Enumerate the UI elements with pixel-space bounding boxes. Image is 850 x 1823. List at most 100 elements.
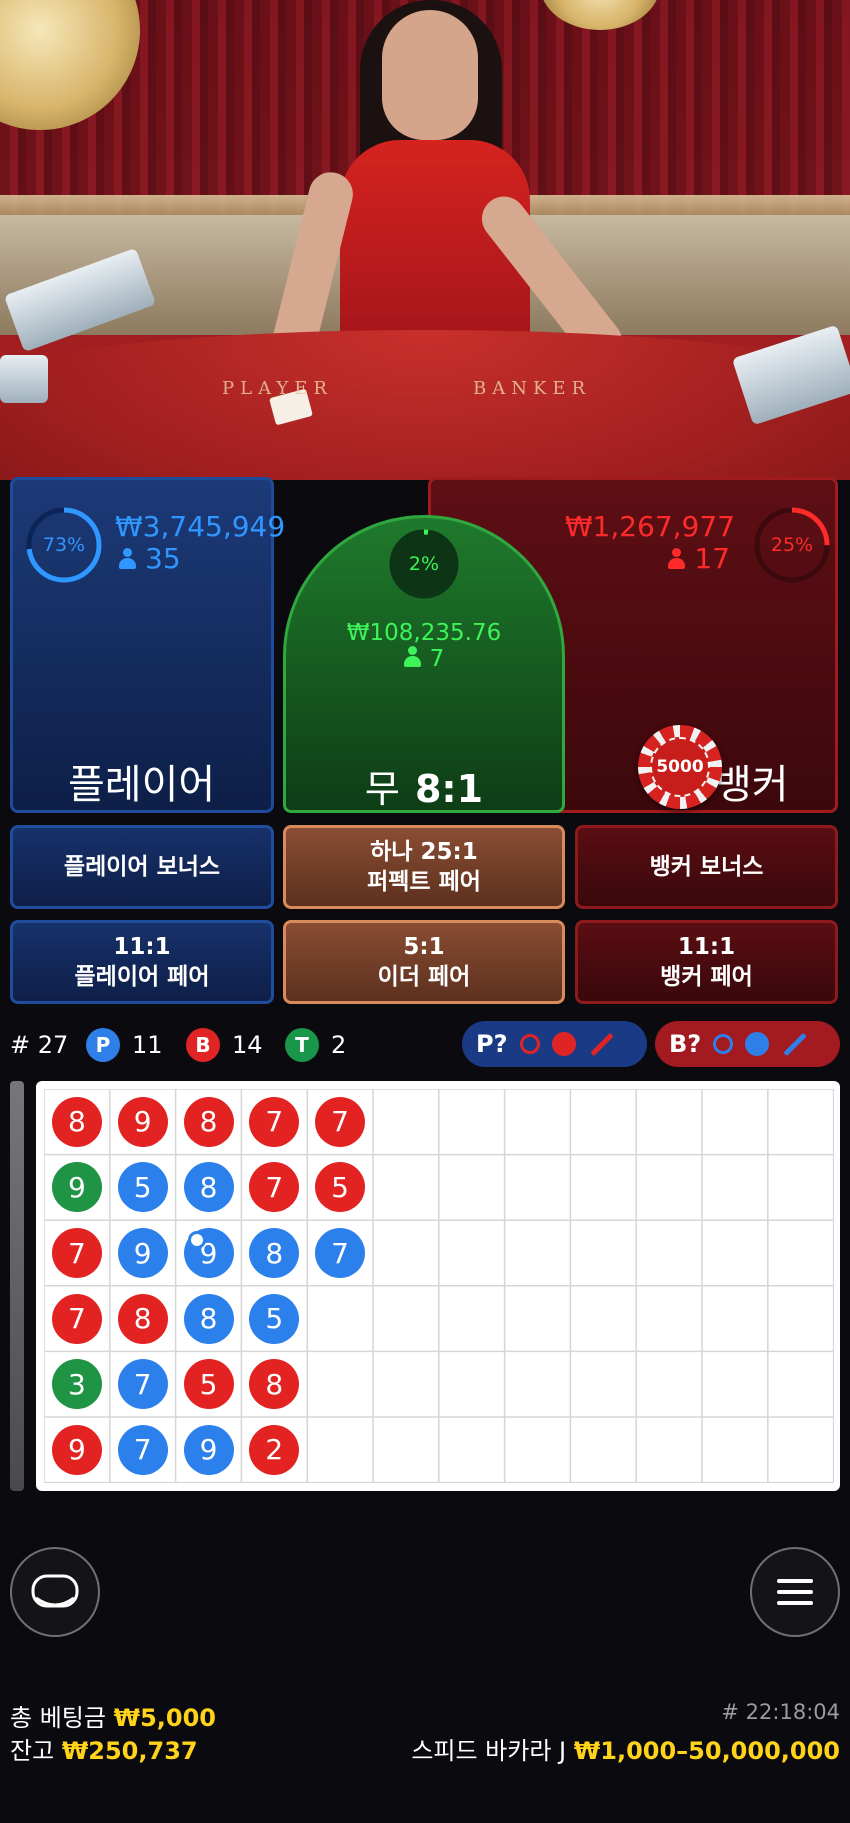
player-predict-button[interactable]: P?: [462, 1021, 647, 1067]
bead-road[interactable]: 897739959877889859778582757: [36, 1081, 840, 1491]
bead-green: 3: [51, 1359, 102, 1410]
tie-stat: T 2: [285, 1020, 346, 1070]
bead-blue: 8: [183, 1162, 234, 1213]
tie-count: 2: [331, 1031, 347, 1059]
player-bonus-label: 플레이어 보너스: [63, 854, 221, 880]
total-bet-label: 총 베팅금: [10, 1704, 106, 1732]
live-video-feed: PLAYER BANKER: [0, 0, 850, 480]
road-drag-handle[interactable]: [10, 1081, 24, 1491]
banker-wins-count: 14: [232, 1031, 263, 1059]
banker-dot-icon: B: [186, 1028, 220, 1062]
either-pair-odds: 5:1: [403, 934, 445, 960]
total-bet: 총 베팅금 ₩5,000: [10, 1698, 216, 1733]
banker-predict-label: B?: [669, 1030, 702, 1058]
perfect-pair-button[interactable]: 하나 25:1 퍼펙트 페어: [283, 825, 565, 909]
balance-label: 잔고: [10, 1737, 55, 1765]
chat-button[interactable]: [10, 1547, 100, 1637]
round-counter: # 27: [10, 1031, 69, 1059]
bead-green: 9: [51, 1162, 102, 1213]
player-bet-amount: ₩3,745,949: [115, 510, 286, 543]
bead-red: 5: [183, 1359, 234, 1410]
player-label: 플레이어: [68, 762, 216, 808]
balance: 잔고 ₩250,737: [10, 1731, 198, 1766]
person-icon: [403, 646, 421, 668]
card-stack: [0, 355, 48, 403]
bead-blue: 8: [249, 1228, 300, 1278]
slash-icon: [589, 1032, 614, 1056]
chip-value: 5000: [650, 737, 710, 797]
table-player-text: PLAYER: [222, 378, 333, 399]
bead-blue: 7: [117, 1359, 168, 1410]
banker-bonus-label: 뱅커 보너스: [649, 854, 764, 880]
dealer-head: [382, 10, 478, 140]
banker-bettor-count: 17: [668, 542, 730, 575]
table-limits: ₩1,000–50,000,000: [573, 1737, 840, 1765]
bead-red: 8: [183, 1096, 234, 1147]
person-icon: [668, 548, 686, 570]
table-info: 스피드 바카라 J ₩1,000–50,000,000: [411, 1731, 840, 1766]
player-wins-count: 11: [132, 1031, 163, 1059]
game-id: # 22:18:04: [721, 1700, 840, 1724]
player-pair-button[interactable]: 11:1 플레이어 페어: [10, 920, 274, 1004]
player-bet-area[interactable]: 73% ₩3,745,949 35 플레이어: [10, 477, 285, 813]
bead-red: 7: [51, 1228, 102, 1278]
table-banker-text: BANKER: [473, 378, 592, 399]
perfect-pair-odds: 하나 25:1: [370, 839, 478, 865]
tie-bet-area[interactable]: 2% ₩108,235.76 7 무 8:1: [283, 515, 565, 813]
player-predict-label: P?: [476, 1030, 508, 1058]
bead-blue: 9: [117, 1228, 168, 1278]
ring-icon: [519, 1034, 540, 1054]
banker-pair-odds: 11:1: [677, 934, 736, 960]
banker-percent: 25%: [770, 534, 814, 556]
tie-label: 무 8:1: [286, 758, 562, 813]
banker-bet-amount: ₩1,267,977: [564, 510, 735, 543]
table-name: 스피드 바카라 J: [411, 1737, 567, 1765]
bead-blue: 7: [315, 1228, 366, 1278]
bead-blue: 8: [183, 1293, 234, 1344]
banker-pair-label: 뱅커 페어: [660, 964, 753, 990]
bead-blue: 5: [117, 1162, 168, 1213]
banker-predict-button[interactable]: B?: [655, 1021, 840, 1067]
bead-red: 7: [249, 1096, 300, 1147]
bead-red: 8: [117, 1293, 168, 1344]
tie-odds: 8:1: [414, 767, 484, 811]
bead-red: 8: [51, 1096, 102, 1147]
banker-bonus-button[interactable]: 뱅커 보너스: [575, 825, 838, 909]
player-bonus-button[interactable]: 플레이어 보너스: [10, 825, 274, 909]
marker-dot: [188, 1231, 206, 1249]
balance-value: ₩250,737: [61, 1737, 198, 1765]
banker-wins-stat: B 14: [186, 1020, 263, 1070]
baccarat-table: [0, 330, 850, 480]
tie-bettor-count: 7: [286, 646, 562, 672]
bead-blue: 9: [183, 1424, 234, 1475]
menu-icon: [777, 1579, 813, 1605]
either-pair-label: 이더 페어: [377, 964, 471, 990]
bead-blue: 5: [249, 1293, 300, 1344]
placed-chip: 5000: [638, 725, 722, 809]
dot-icon: [745, 1032, 770, 1056]
banker-label: 뱅커: [715, 762, 789, 808]
tie-bet-amount: ₩108,235.76: [346, 620, 502, 646]
menu-button[interactable]: [750, 1547, 840, 1637]
tie-dot-icon: T: [285, 1028, 319, 1062]
person-icon: [119, 548, 136, 570]
road-grid: [44, 1089, 834, 1483]
bead-red: 9: [117, 1096, 168, 1147]
bead-blue: 7: [117, 1424, 168, 1475]
tie-percent: 2%: [408, 553, 440, 575]
banker-pair-button[interactable]: 11:1 뱅커 페어: [575, 920, 838, 1004]
perfect-pair-label: 퍼펙트 페어: [367, 869, 481, 895]
banker-count-value: 17: [694, 542, 730, 575]
tie-count-value: 7: [429, 646, 445, 672]
total-bet-value: ₩5,000: [113, 1704, 216, 1732]
player-dot-icon: P: [86, 1028, 120, 1062]
chat-icon: [31, 1574, 79, 1608]
bead-red: 2: [249, 1424, 300, 1475]
player-pair-odds: 11:1: [113, 934, 171, 960]
player-percent: 73%: [42, 534, 86, 556]
ring-icon: [713, 1034, 734, 1054]
bead-red: 7: [51, 1293, 102, 1344]
either-pair-button[interactable]: 5:1 이더 페어: [283, 920, 565, 1004]
player-count-value: 35: [145, 542, 181, 575]
slash-icon: [783, 1032, 807, 1056]
